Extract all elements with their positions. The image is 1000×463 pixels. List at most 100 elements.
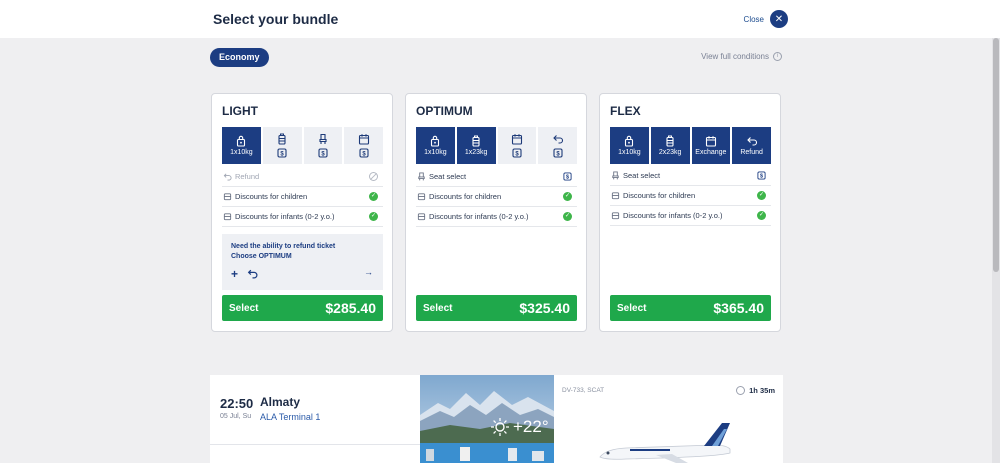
paid-service-icon: $ xyxy=(553,147,563,158)
feature-label: Discounts for infants (0-2 y.o.) xyxy=(429,212,529,221)
feature-label: Seat select xyxy=(429,172,467,181)
bundle-title: FLEX xyxy=(610,104,641,118)
close-label[interactable]: Close xyxy=(744,15,764,24)
seat-icon xyxy=(610,171,620,181)
flight-summary: 22:50 05 Jul, Su Almaty ALA Terminal 1 +… xyxy=(210,375,783,463)
return-icon xyxy=(746,137,757,146)
tile-refund: Refund xyxy=(732,127,771,164)
upsell-line-2: Choose OPTIMUM xyxy=(231,253,292,260)
child-icon xyxy=(222,192,232,202)
feature-seat-select: Seat select $ xyxy=(416,167,577,187)
select-flex-button[interactable]: Select $365.40 xyxy=(610,295,771,321)
paid-service-icon: $ xyxy=(563,172,572,181)
bundle-tiles: 1x10kg 1x23kg $ $ xyxy=(416,127,577,164)
svg-text:$: $ xyxy=(760,174,763,180)
feature-label: Discounts for children xyxy=(623,191,696,200)
bundle-price[interactable]: $365.40 xyxy=(713,300,764,316)
unavailable-icon xyxy=(369,172,378,181)
temperature: +22° xyxy=(513,417,549,436)
feature-label: Discounts for children xyxy=(429,192,502,201)
bundle-title: OPTIMUM xyxy=(416,104,473,118)
airplane-image xyxy=(599,423,731,463)
child-icon xyxy=(610,191,620,201)
arrow-right-icon[interactable]: → xyxy=(364,267,373,277)
bundle-title: LIGHT xyxy=(222,104,258,118)
tile-label: Refund xyxy=(740,149,763,156)
info-icon[interactable]: i xyxy=(773,52,782,61)
tile-label: 1x10kg xyxy=(618,149,641,156)
svg-text:$: $ xyxy=(566,175,569,181)
flight-duration: 1h 35m xyxy=(736,386,775,395)
page-title: Select your bundle xyxy=(213,11,339,27)
feature-infants-discount: Discounts for infants (0-2 y.o.) ✓ xyxy=(222,207,383,227)
select-label[interactable]: Select xyxy=(423,303,452,314)
return-icon xyxy=(247,269,258,279)
feature-infants-discount: Discounts for infants (0-2 y.o.) ✓ xyxy=(416,207,577,227)
close-control[interactable]: Close ✕ xyxy=(744,10,788,28)
flight-number: DV-733, SCAT xyxy=(562,387,605,394)
select-label[interactable]: Select xyxy=(617,303,646,314)
feature-children-discount: Discounts for children ✓ xyxy=(610,186,771,206)
infant-icon xyxy=(416,212,426,222)
bundle-price[interactable]: $285.40 xyxy=(325,300,376,316)
view-conditions-label[interactable]: View full conditions xyxy=(701,52,769,61)
check-icon: ✓ xyxy=(563,192,572,201)
tile-luggage: 1x23kg xyxy=(456,127,496,164)
departure-terminal: ALA Terminal 1 xyxy=(260,412,321,422)
tile-refund: $ xyxy=(538,127,577,164)
tile-cabin-bag: 1x10kg xyxy=(416,127,455,164)
tile-seat: $ xyxy=(303,127,343,164)
feature-label: Discounts for infants (0-2 y.o.) xyxy=(235,212,335,221)
tile-label: 1x10kg xyxy=(230,149,253,156)
check-icon: ✓ xyxy=(369,212,378,221)
check-icon: ✓ xyxy=(757,191,766,200)
scrollbar-thumb[interactable] xyxy=(993,38,999,272)
infant-icon xyxy=(610,211,620,221)
bundle-card-light: LIGHT 1x10kg $ $ $ Refund Discounts for … xyxy=(211,93,393,332)
infant-icon xyxy=(222,212,232,222)
close-icon[interactable]: ✕ xyxy=(770,10,788,28)
tile-label: 1x23kg xyxy=(464,149,488,156)
tile-label: 1x10kg xyxy=(424,149,447,156)
calendar-icon xyxy=(358,133,369,145)
departure-time: 22:50 xyxy=(220,396,254,411)
luggage-icon xyxy=(278,133,286,145)
return-icon xyxy=(552,134,563,144)
plus-icon: + xyxy=(231,267,239,281)
bundle-price[interactable]: $325.40 xyxy=(519,300,570,316)
feature-label: Discounts for infants (0-2 y.o.) xyxy=(623,211,723,220)
tile-luggage: $ xyxy=(262,127,302,164)
divider xyxy=(210,444,420,445)
select-label[interactable]: Select xyxy=(229,303,258,314)
seat-icon xyxy=(319,133,327,144)
feature-children-discount: Discounts for children ✓ xyxy=(222,187,383,207)
view-conditions-link[interactable]: View full conditions i xyxy=(701,52,782,61)
tile-luggage: 2x23kg xyxy=(650,127,690,164)
select-light-button[interactable]: Select $285.40 xyxy=(222,295,383,321)
bundle-tiles: 1x10kg $ $ $ xyxy=(222,127,383,164)
bundle-card-flex: FLEX 1x10kg 2x23kg Exchange Refund Seat … xyxy=(599,93,781,332)
tile-exchange: $ xyxy=(497,127,537,164)
paid-service-icon: $ xyxy=(277,147,287,158)
city-photo: +22° xyxy=(420,375,554,463)
check-icon: ✓ xyxy=(563,212,572,221)
duration-label: 1h 35m xyxy=(749,386,775,395)
feature-infants-discount: Discounts for infants (0-2 y.o.) ✓ xyxy=(610,206,771,226)
child-icon xyxy=(416,192,426,202)
upsell-text: Need the ability to refund ticket Choose… xyxy=(231,242,335,262)
upsell-box[interactable]: Need the ability to refund ticket Choose… xyxy=(222,234,383,290)
feature-seat-select: Seat select $ xyxy=(610,166,771,186)
tile-cabin-bag: 1x10kg xyxy=(610,127,649,164)
paid-service-icon: $ xyxy=(359,147,369,158)
tab-economy[interactable]: Economy xyxy=(210,48,269,67)
feature-label: Discounts for children xyxy=(235,192,308,201)
select-optimum-button[interactable]: Select $325.40 xyxy=(416,295,577,321)
tile-exchange: $ xyxy=(344,127,383,164)
bundle-card-optimum: OPTIMUM 1x10kg 1x23kg $ $ Seat select $ … xyxy=(405,93,587,332)
return-icon xyxy=(222,172,232,182)
header-bar: Select your bundle Close ✕ xyxy=(0,0,1000,38)
bag-lock-icon xyxy=(431,135,440,147)
feature-children-discount: Discounts for children ✓ xyxy=(416,187,577,207)
bag-lock-icon xyxy=(625,135,634,147)
sun-icon xyxy=(491,418,509,436)
